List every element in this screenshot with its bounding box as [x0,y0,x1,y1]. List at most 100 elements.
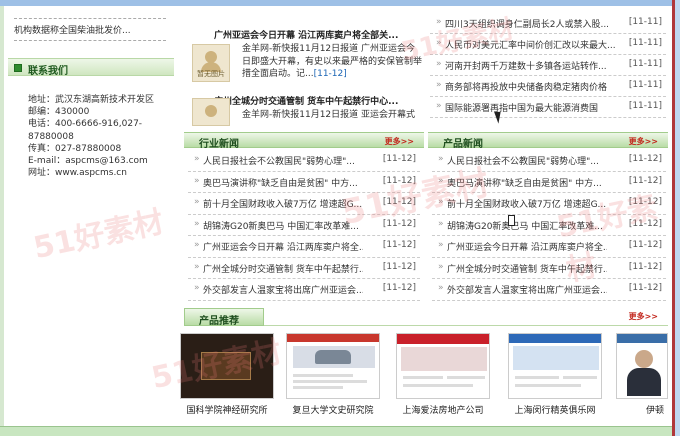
thumbnail-line [293,374,353,377]
featured-news-title[interactable]: 广州亚运会今日开幕 沿江两库窦户将全部关... [214,28,424,41]
product-card[interactable]: 国科学院神经研究所 [180,333,274,416]
list-item-text[interactable]: 胡锦涛G20新奥巴马 中国汇率改革难... [447,219,607,232]
list-item-text[interactable]: 外交部发言人温家宝将出席广州亚运会... [203,283,363,296]
featured-news-1[interactable]: 广州亚运会今日开幕 沿江两库窦户将全部关... [214,28,424,41]
list-item[interactable]: » 奥巴马演讲称"缺乏自由是贫困" 中方... [11-12] [188,172,420,193]
bullet-icon: » [436,38,442,48]
product-card[interactable]: 上海爱法房地产公司 [396,333,490,416]
list-item-text[interactable]: 胡锦涛G20新奥巴马 中国汇率改革难... [203,219,363,232]
product-recommend-header: 产品推荐 更多>> [184,308,668,327]
list-item-text[interactable]: 广州亚运会今日开幕 沿江两库窦户将全... [447,240,607,253]
list-item-text[interactable]: 商务部将再投放中央储备肉稳定猪肉价格 [445,80,625,93]
list-item[interactable]: » 广州全城分时交通管制 货车中午起禁行... [11-12] [188,258,420,279]
list-item[interactable]: » 四川3天组织调身仁副局长2人或禁入股... [11-11] [430,13,666,34]
list-item-text[interactable]: 四川3天组织调身仁副局长2人或禁入股... [445,17,625,30]
list-item[interactable]: » 前十月全国财政收入破7万亿 增速超G... [11-12] [432,193,666,215]
list-item-text[interactable]: 广州亚运会今日开幕 沿江两库窦户将全... [203,240,363,253]
list-item-text[interactable]: 人民日报社会不公教国民"弱势心理"... [203,154,363,167]
industry-more-link[interactable]: 更多>> [385,136,414,147]
list-item-text[interactable]: 人民日报社会不公教国民"弱势心理"... [447,154,607,167]
desc-line: 措全面启动。记...[11-12] [242,68,428,81]
thumbnail-art [201,352,251,380]
featured-news-thumb[interactable]: 暂无图片 [192,44,230,82]
list-item-text[interactable]: 奥巴马演讲称"缺乏自由是贫困" 中方... [447,176,607,189]
product-more-link[interactable]: 更多>> [629,136,658,147]
product-news-title: 产品新闻 [443,139,483,150]
list-item[interactable]: » 人民日报社会不公教国民"弱势心理"... [11-12] [432,150,666,172]
thumbnail-bar [287,334,379,342]
list-item-text[interactable]: 前十月全国财政收入破7万亿 增速超G... [203,197,363,210]
list-item-text[interactable]: 广州全城分时交通管制 货车中午起禁行... [203,262,363,275]
product-thumbnail[interactable] [616,333,668,399]
list-item[interactable]: » 外交部发言人温家宝将出席广州亚运会... [11-12] [188,279,420,301]
list-item[interactable]: » 人民币对美元汇率中间价创汇改以来最大... [11-11] [430,34,666,55]
list-item[interactable]: » 河南开封两千万建数十多镇各运站转作... [11-11] [430,55,666,76]
thumbnail-bar [509,334,601,343]
list-item-date: [11-12] [628,240,662,250]
bullet-icon: » [436,101,442,111]
list-item[interactable]: » 前十月全国财政收入破7万亿 增速超G... [11-12] [188,193,420,215]
product-recommend-tab[interactable]: 产品推荐 [184,308,264,327]
list-item[interactable]: » 奥巴马演讲称"缺乏自由是贫困" 中方... [11-12] [432,172,666,193]
list-item[interactable]: » 胡锦涛G20新奥巴马 中国汇率改革难... [11-12] [432,215,666,236]
list-item[interactable]: » 广州全城分时交通管制 货车中午起禁行... [11-12] [432,258,666,279]
list-item[interactable]: » 胡锦涛G20新奥巴马 中国汇率改革难... [11-12] [188,215,420,236]
featured-news-title[interactable]: 广州全城分时交通管制 货车中午起禁行中心... [214,94,424,107]
list-item[interactable]: » 外交部发言人温家宝将出席广州亚运会... [11-12] [432,279,666,301]
list-item[interactable]: » 人民日报社会不公教国民"弱势心理"... [11-12] [188,150,420,172]
bullet-icon: » [438,261,444,272]
industry-news-header: 行业新闻 更多>> [184,132,424,150]
list-item-date: [11-11] [628,59,662,69]
product-caption[interactable]: 国科学院神经研究所 [180,403,274,416]
list-item-date: [11-12] [382,240,416,250]
list-item-text[interactable]: 奥巴马演讲称"缺乏自由是贫困" 中方... [203,176,363,189]
list-item-text[interactable]: 外交部发言人温家宝将出席广州亚运会... [447,283,607,296]
list-item-date: [11-11] [628,80,662,90]
list-item-text[interactable]: 前十月全国财政收入破7万亿 增速超G... [447,197,607,210]
list-item[interactable]: » 广州亚运会今日开幕 沿江两库窦户将全... [11-12] [188,236,420,258]
square-bullet-icon [14,64,22,72]
bullet-icon: » [436,80,442,90]
list-item-date: [11-12] [382,261,416,272]
thumbnail-bar [617,334,667,343]
featured-news-thumb[interactable] [192,98,230,126]
desc-more-link[interactable]: [11-12] [314,69,347,79]
left-news-link[interactable]: 机构数据称全国柴油批发价... [14,18,166,41]
list-item-date: [11-12] [628,175,662,186]
list-item-text[interactable]: 国际能源署再指中国为最大能源消费国 [445,101,625,114]
product-caption[interactable]: 伊顿 [616,403,668,416]
product-card[interactable]: 复旦大学文史研究院 [286,333,380,416]
industry-news-title: 行业新闻 [199,139,239,150]
product-thumbnail[interactable] [180,333,274,399]
thumbnail-line [293,386,343,389]
featured-news-desc: 金羊网-新快报11月12日报道 广州亚运会今 日即盛大开幕，有史以来最严格的安保… [242,43,428,81]
list-item-text[interactable]: 广州全城分时交通管制 货车中午起禁行... [447,262,607,275]
product-thumbnail[interactable] [286,333,380,399]
thumbnail-line [515,376,559,379]
desc-line: 日即盛大开幕，有史以来最严格的安保管制举 [242,56,423,67]
list-item[interactable]: » 广州亚运会今日开幕 沿江两库窦户将全... [11-12] [432,236,666,258]
product-card[interactable]: 伊顿 [616,333,668,416]
thumbnail-line [403,376,443,379]
thumbnail-banner [513,346,599,370]
product-thumbnail[interactable] [396,333,490,399]
list-item[interactable]: » 商务部将再投放中央储备肉稳定猪肉价格 [11-11] [430,76,666,97]
product-caption[interactable]: 上海闵行精英俱乐网 [508,403,602,416]
thumb-label: 暂无图片 [197,70,225,78]
list-item-text[interactable]: 人民币对美元汇率中间价创汇改以来最大... [445,38,625,51]
list-item-text[interactable]: 河南开封两千万建数十多镇各运站转作... [445,59,625,72]
product-card[interactable]: 上海闵行精英俱乐网 [508,333,602,416]
right-scroll-strip[interactable] [672,0,680,436]
contact-line-postcode: 邮编：430000 [28,107,90,118]
featured-news-2[interactable]: 广州全城分时交通管制 货车中午起禁行中心... [214,94,424,107]
product-thumbnail[interactable] [508,333,602,399]
list-item[interactable]: » 国际能源署再指中国为最大能源消费国 [11-11] [430,97,666,118]
recommend-more-link[interactable]: 更多>> [629,311,658,322]
list-item-date: [11-11] [628,17,662,27]
product-news-header: 产品新闻 更多>> [428,132,668,150]
bullet-icon: » [194,175,200,186]
bullet-icon: » [194,283,200,293]
product-caption[interactable]: 复旦大学文史研究院 [286,403,380,416]
product-caption[interactable]: 上海爱法房地产公司 [396,403,490,416]
bullet-icon: » [436,59,442,69]
